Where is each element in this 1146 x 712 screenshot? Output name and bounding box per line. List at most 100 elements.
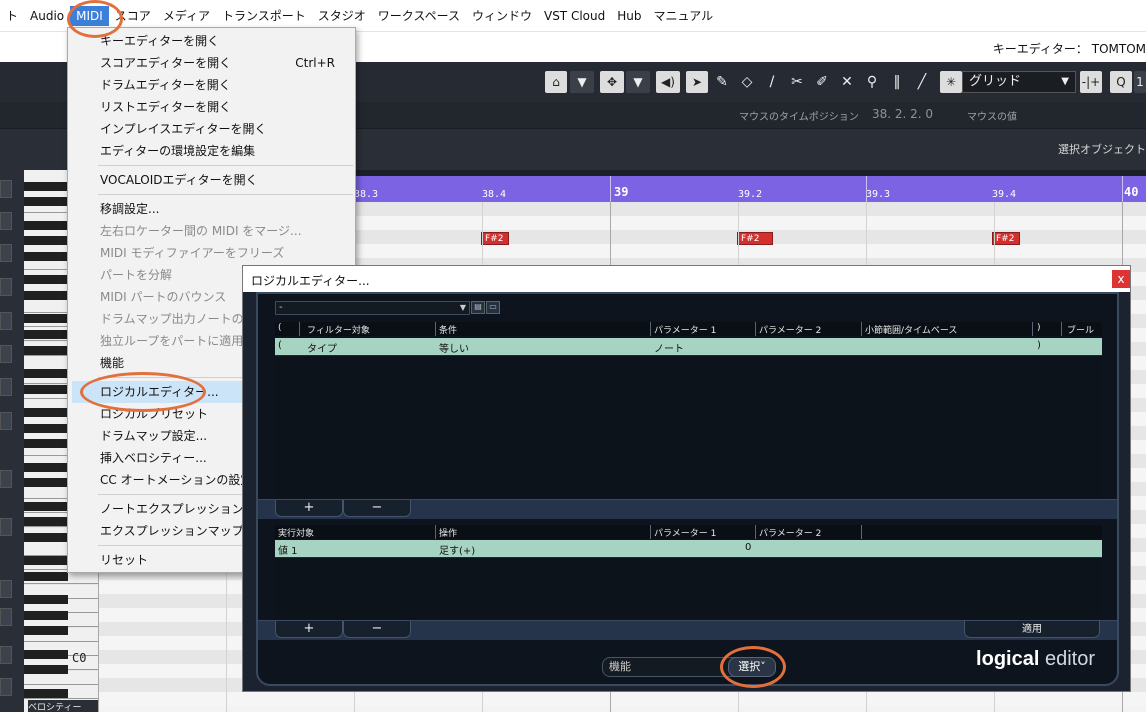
midi-note[interactable]: F#2 bbox=[992, 232, 1020, 245]
snap-icon[interactable]: ✳ bbox=[940, 71, 962, 93]
black-key[interactable] bbox=[24, 462, 68, 472]
menu-open-score-editor[interactable]: スコアエディターを開く Ctrl+R bbox=[72, 52, 353, 74]
add-action-button[interactable]: + bbox=[275, 621, 343, 638]
strip-button[interactable] bbox=[0, 244, 12, 262]
black-key[interactable] bbox=[24, 665, 68, 675]
strip-button[interactable] bbox=[0, 212, 12, 230]
trim-tool-icon[interactable]: / bbox=[761, 71, 783, 93]
menu-open-vocaloid-editor[interactable]: VOCALOIDエディターを開く bbox=[72, 169, 353, 191]
store-preset-icon[interactable]: ▤ bbox=[471, 301, 485, 314]
action-list-area[interactable] bbox=[275, 557, 1102, 619]
black-key[interactable] bbox=[24, 571, 68, 581]
black-key[interactable] bbox=[24, 314, 68, 324]
black-key[interactable] bbox=[24, 649, 68, 659]
menu-open-list-editor[interactable]: リストエディターを開く bbox=[72, 96, 353, 118]
filter-close-paren[interactable]: ) bbox=[1037, 340, 1041, 351]
filter-row[interactable]: ( タイプ 等しい ノート ) bbox=[275, 338, 1102, 355]
black-key[interactable] bbox=[24, 252, 68, 261]
draw-tool-icon[interactable]: ✎ bbox=[711, 71, 733, 93]
menu-item-audio[interactable]: Audio bbox=[24, 6, 70, 26]
menu-item-midi[interactable]: MIDI bbox=[70, 5, 109, 26]
strip-button[interactable] bbox=[0, 345, 12, 363]
filter-condition-cell[interactable]: 等しい bbox=[439, 340, 469, 355]
apply-button[interactable]: 適用 bbox=[964, 621, 1100, 638]
black-key[interactable] bbox=[24, 478, 68, 488]
black-key[interactable] bbox=[24, 595, 68, 605]
strip-button[interactable] bbox=[0, 378, 12, 396]
black-key[interactable] bbox=[24, 610, 68, 620]
menu-open-key-editor[interactable]: キーエディターを開く bbox=[72, 30, 353, 52]
black-key[interactable] bbox=[24, 626, 68, 636]
speaker-icon[interactable]: ◀) bbox=[656, 71, 680, 93]
strip-button[interactable] bbox=[0, 608, 12, 626]
grid-type-select[interactable]: グリッド ▼ bbox=[962, 71, 1076, 93]
quantize-value[interactable]: 1 bbox=[1134, 71, 1146, 93]
dropdown-arrow-icon[interactable]: ▼ bbox=[570, 71, 594, 93]
menu-item-score[interactable]: スコア bbox=[109, 6, 157, 26]
quantize-button[interactable]: Q bbox=[1110, 71, 1132, 93]
black-key[interactable] bbox=[24, 408, 68, 417]
preset-select[interactable]: - ▼ bbox=[275, 301, 470, 315]
menu-item-project[interactable]: ト bbox=[0, 6, 24, 26]
filter-param1-cell[interactable]: ノート bbox=[654, 340, 684, 355]
filter-target-cell[interactable]: タイプ bbox=[307, 340, 337, 355]
black-key[interactable] bbox=[24, 532, 68, 542]
black-key[interactable] bbox=[24, 517, 68, 527]
strip-button[interactable] bbox=[0, 470, 12, 488]
black-key[interactable] bbox=[24, 501, 68, 511]
black-key[interactable] bbox=[24, 369, 68, 378]
menu-item-media[interactable]: メディア bbox=[157, 6, 216, 26]
execute-select-button[interactable]: 選択˅ bbox=[728, 657, 776, 677]
home-icon[interactable]: ⌂ bbox=[545, 71, 567, 93]
mute-tool-icon[interactable]: ✕ bbox=[836, 71, 858, 93]
menu-item-vst-cloud[interactable]: VST Cloud bbox=[538, 6, 611, 26]
black-key[interactable] bbox=[24, 181, 68, 191]
menu-open-in-place-editor[interactable]: インプレイスエディターを開く bbox=[72, 118, 353, 140]
menu-item-hub[interactable]: Hub bbox=[611, 6, 647, 26]
dropdown-arrow-icon[interactable]: ▼ bbox=[626, 71, 650, 93]
action-target-cell[interactable]: 値 1 bbox=[278, 542, 298, 557]
black-key[interactable] bbox=[24, 423, 68, 433]
midi-note[interactable]: F#2 bbox=[481, 232, 509, 245]
strip-button[interactable] bbox=[0, 412, 12, 430]
action-row[interactable]: 値 1 足す(+) 0 bbox=[275, 540, 1102, 557]
black-key[interactable] bbox=[24, 384, 68, 394]
black-key[interactable] bbox=[24, 345, 68, 355]
glue-tool-icon[interactable]: ✐ bbox=[811, 71, 833, 93]
black-key[interactable] bbox=[24, 330, 68, 339]
black-key[interactable] bbox=[24, 556, 68, 566]
menu-item-workspaces[interactable]: ワークスペース bbox=[372, 6, 466, 26]
filter-list-area[interactable] bbox=[275, 355, 1102, 498]
zoom-tool-icon[interactable]: ⚲ bbox=[861, 71, 883, 93]
black-key[interactable] bbox=[24, 220, 68, 230]
filter-open-paren[interactable]: ( bbox=[278, 340, 282, 351]
close-button[interactable]: x bbox=[1112, 270, 1130, 288]
menu-edit-editor-preferences[interactable]: エディターの環境設定を編集 bbox=[72, 140, 353, 162]
black-key[interactable] bbox=[24, 291, 68, 300]
strip-button[interactable] bbox=[0, 518, 12, 536]
menu-item-window[interactable]: ウィンドウ bbox=[466, 6, 538, 26]
play-tool-icon[interactable]: ╱ bbox=[911, 71, 933, 93]
menu-item-transport[interactable]: トランスポート bbox=[216, 6, 312, 26]
black-key[interactable] bbox=[24, 688, 68, 698]
strip-button[interactable] bbox=[0, 646, 12, 664]
black-key[interactable] bbox=[24, 236, 68, 246]
remove-preset-icon[interactable]: ▭ bbox=[486, 301, 500, 314]
remove-filter-button[interactable]: − bbox=[343, 500, 411, 517]
menu-transpose-setup[interactable]: 移調設定... bbox=[72, 198, 353, 220]
eraser-tool-icon[interactable]: ◇ bbox=[736, 71, 758, 93]
line-tool-icon[interactable]: ‖ bbox=[886, 71, 908, 93]
midi-note[interactable]: F#2 bbox=[737, 232, 773, 245]
action-param1-cell[interactable]: 0 bbox=[745, 542, 751, 553]
add-filter-button[interactable]: + bbox=[275, 500, 343, 517]
action-operation-cell[interactable]: 足す(+) bbox=[439, 542, 475, 557]
menu-item-studio[interactable]: スタジオ bbox=[312, 6, 372, 26]
split-tool-icon[interactable]: ✂ bbox=[786, 71, 808, 93]
menu-open-drum-editor[interactable]: ドラムエディターを開く bbox=[72, 74, 353, 96]
snap-move-icon[interactable]: ✥ bbox=[600, 71, 624, 93]
strip-button[interactable] bbox=[0, 580, 12, 598]
remove-action-button[interactable]: − bbox=[343, 621, 411, 638]
strip-button[interactable] bbox=[0, 678, 12, 696]
pointer-tool-icon[interactable]: ➤ bbox=[686, 71, 708, 93]
strip-button[interactable] bbox=[0, 180, 12, 198]
